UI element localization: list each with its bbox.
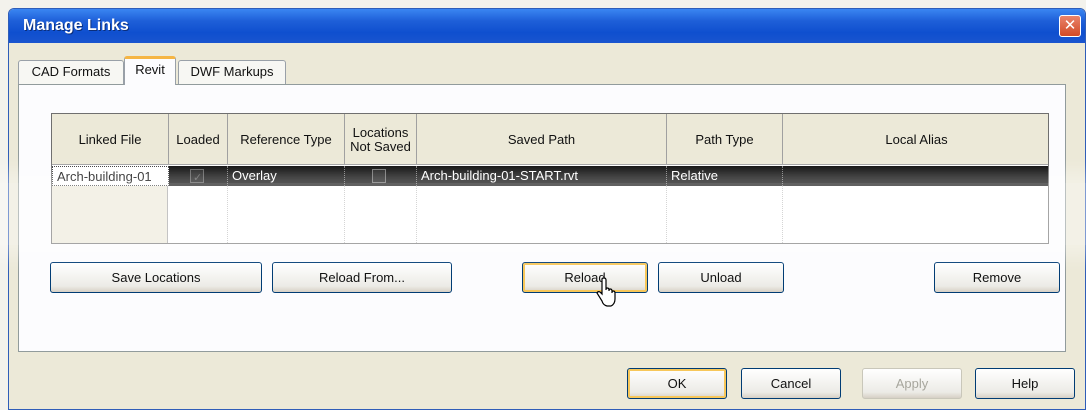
cancel-button[interactable]: Cancel xyxy=(741,368,841,399)
close-icon[interactable]: ✕ xyxy=(1059,15,1081,37)
grid-line xyxy=(666,186,667,243)
col-local-alias[interactable]: Local Alias xyxy=(783,114,1048,165)
cell-linked-file[interactable]: Arch-building-01 xyxy=(52,166,169,186)
col-locations-not-saved[interactable]: Locations Not Saved xyxy=(345,114,417,165)
tab-cad-formats[interactable]: CAD Formats xyxy=(18,60,124,84)
hand-cursor-icon xyxy=(596,277,616,307)
cell-loaded[interactable] xyxy=(169,166,228,186)
col-saved-path[interactable]: Saved Path xyxy=(417,114,667,165)
title-bar[interactable]: Manage Links ✕ xyxy=(9,9,1085,43)
loaded-checkbox[interactable] xyxy=(190,168,204,186)
col-reference-type[interactable]: Reference Type xyxy=(228,114,345,165)
ok-button[interactable]: OK xyxy=(627,368,727,399)
table-row[interactable]: Arch-building-01 Overlay Arch-building-0… xyxy=(52,166,1048,186)
grid-line xyxy=(227,186,228,243)
tab-revit[interactable]: Revit xyxy=(124,56,176,85)
table-header: Linked File Loaded Reference Type Locati… xyxy=(52,114,1048,165)
locations-not-saved-checkbox[interactable] xyxy=(372,169,386,183)
cell-locations-not-saved[interactable] xyxy=(345,166,417,186)
window-title: Manage Links xyxy=(23,17,129,34)
grid-line xyxy=(416,186,417,243)
grid-line xyxy=(344,186,345,243)
unload-button[interactable]: Unload xyxy=(658,262,784,293)
save-locations-button[interactable]: Save Locations xyxy=(50,262,262,293)
cell-local-alias[interactable] xyxy=(783,166,1048,186)
cell-reference-type[interactable]: Overlay xyxy=(228,166,345,186)
reload-from-button[interactable]: Reload From... xyxy=(272,262,452,293)
cell-path-type[interactable]: Relative xyxy=(667,166,783,186)
table-empty-area xyxy=(52,186,1048,243)
links-table: Linked File Loaded Reference Type Locati… xyxy=(51,113,1049,244)
remove-button[interactable]: Remove xyxy=(934,262,1060,293)
revit-tab-panel: Linked File Loaded Reference Type Locati… xyxy=(18,84,1066,352)
apply-button[interactable]: Apply xyxy=(862,368,962,399)
reload-button[interactable]: Reload xyxy=(522,262,648,293)
empty-row-header xyxy=(52,186,168,243)
col-linked-file[interactable]: Linked File xyxy=(52,114,169,165)
grid-line xyxy=(782,186,783,243)
tab-dwf-markups[interactable]: DWF Markups xyxy=(178,60,286,84)
col-loaded[interactable]: Loaded xyxy=(169,114,228,165)
col-path-type[interactable]: Path Type xyxy=(667,114,783,165)
cell-saved-path[interactable]: Arch-building-01-START.rvt xyxy=(417,166,667,186)
help-button[interactable]: Help xyxy=(975,368,1075,399)
